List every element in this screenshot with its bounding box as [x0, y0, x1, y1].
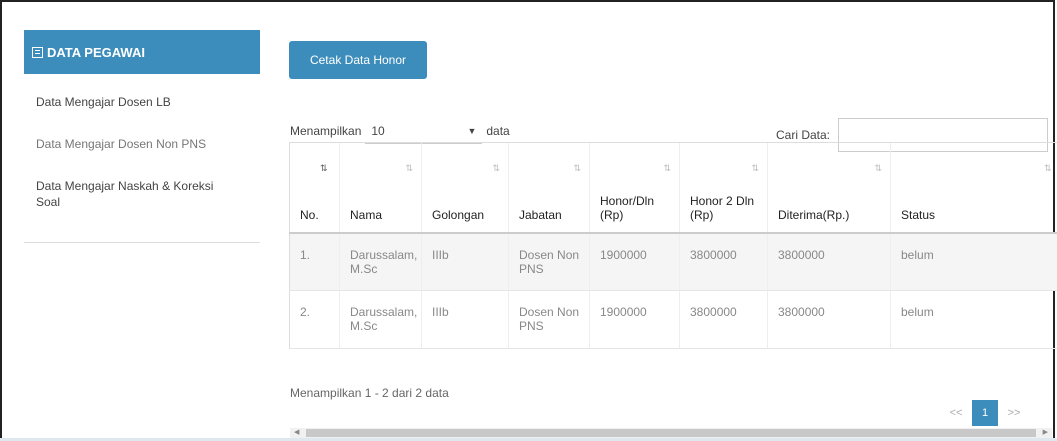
cell-diterima: 3800000: [767, 290, 891, 349]
length-control: Menampilkan 10 ▼ data: [290, 118, 510, 144]
sort-icon: ⇅: [573, 163, 581, 173]
table-row: 2. Darussalam, M.Sc IIIb Dosen Non PNS 1…: [289, 290, 1057, 349]
length-value: 10: [371, 123, 385, 138]
table-info: Menampilkan 1 - 2 dari 2 data: [290, 386, 449, 400]
sidebar-item-dosen-lb[interactable]: Data Mengajar Dosen LB: [24, 94, 171, 110]
cell-nama: Darussalam, M.Sc: [339, 232, 422, 291]
cell-golongan: IIIb: [421, 290, 509, 349]
col-status[interactable]: ⇅ Status: [890, 142, 1057, 234]
scroll-left-icon[interactable]: ◀: [294, 428, 299, 436]
col-no[interactable]: ⇅ No.: [289, 142, 340, 234]
cell-honor-2-dln: 3800000: [679, 290, 768, 349]
length-select[interactable]: 10 ▼: [365, 118, 483, 144]
col-nama[interactable]: ⇅ Nama: [339, 142, 422, 234]
sort-icon: ⇅: [751, 163, 759, 173]
sort-icon: ⇅: [663, 163, 671, 173]
sort-icon: ⇅: [405, 163, 413, 173]
sidebar-item-naskah-koreksi[interactable]: Data Mengajar Naskah & Koreksi Soal: [24, 178, 226, 210]
cell-golongan: IIIb: [421, 232, 509, 291]
cell-nama: Darussalam, M.Sc: [339, 290, 422, 349]
length-suffix: data: [486, 124, 510, 138]
cell-honor-dln: 1900000: [589, 232, 680, 291]
length-prefix: Menampilkan: [290, 124, 362, 138]
col-honor-dln[interactable]: ⇅ Honor/Dln (Rp): [589, 142, 680, 234]
sort-icon: ⇅: [1043, 163, 1052, 173]
page-1-button[interactable]: 1: [972, 400, 998, 426]
cell-jabatan: Dosen Non PNS: [508, 232, 590, 291]
list-icon: [32, 46, 43, 58]
cell-no: 1.: [289, 232, 340, 291]
chevron-down-icon: ▼: [467, 125, 477, 136]
sidebar-header-label: DATA PEGAWAI: [47, 44, 145, 60]
scrollbar-thumb[interactable]: [306, 429, 1036, 437]
table-row: 1. Darussalam, M.Sc IIIb Dosen Non PNS 1…: [289, 232, 1057, 291]
cell-diterima: 3800000: [767, 232, 891, 291]
scroll-right-icon[interactable]: ▶: [1043, 428, 1048, 436]
cell-honor-2-dln: 3800000: [679, 232, 768, 291]
col-diterima[interactable]: ⇅ Diterima(Rp.): [767, 142, 891, 234]
sidebar-item-dosen-non-pns[interactable]: Data Mengajar Dosen Non PNS: [24, 136, 206, 152]
table-header-row: ⇅ No. ⇅ Nama ⇅ Golongan ⇅ Jabatan ⇅ Honor/Dln…: [289, 142, 1057, 234]
print-honor-button[interactable]: Cetak Data Honor: [289, 41, 427, 79]
cell-no: 2.: [289, 290, 340, 349]
col-jabatan[interactable]: ⇅ Jabatan: [508, 142, 590, 234]
prev-page-button[interactable]: <<: [940, 400, 972, 426]
sort-icon: ⇅: [492, 163, 500, 173]
sort-asc-icon: ⇅: [320, 163, 328, 173]
col-honor-2-dln[interactable]: ⇅ Honor 2 Dln (Rp): [679, 142, 768, 234]
cell-status: belum: [890, 290, 1057, 349]
sidebar-header[interactable]: DATA PEGAWAI: [24, 30, 260, 74]
sort-icon: ⇅: [874, 163, 882, 173]
search-label: Cari Data:: [776, 128, 831, 142]
next-page-button[interactable]: >>: [998, 400, 1030, 426]
pagination: << 1 >>: [940, 400, 1030, 426]
honor-table: ⇅ No. ⇅ Nama ⇅ Golongan ⇅ Jabatan ⇅ Honor/Dln…: [289, 142, 1057, 349]
cell-jabatan: Dosen Non PNS: [508, 290, 590, 349]
cell-honor-dln: 1900000: [589, 290, 680, 349]
horizontal-scrollbar[interactable]: ◀ ▶: [290, 428, 1052, 438]
sidebar: DATA PEGAWAI Data Mengajar Dosen LB Data…: [24, 30, 260, 243]
cell-status: belum: [890, 232, 1057, 291]
col-golongan[interactable]: ⇅ Golongan: [421, 142, 509, 234]
